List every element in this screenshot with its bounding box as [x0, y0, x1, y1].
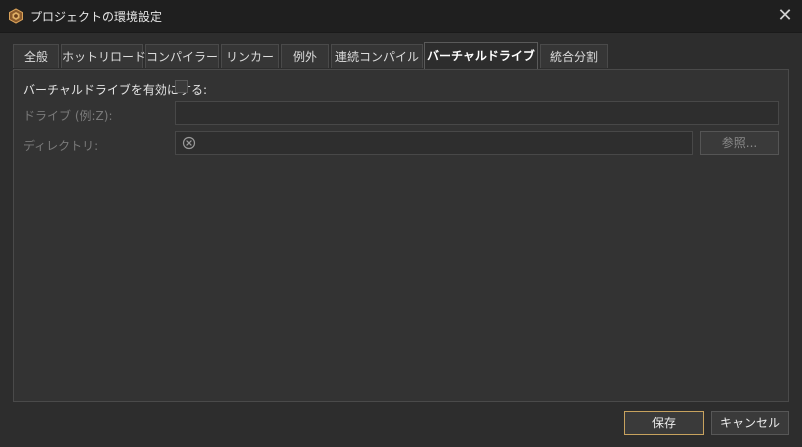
tab-linker[interactable]: リンカー — [221, 44, 279, 68]
tab-virtual-drive[interactable]: バーチャルドライブ — [424, 42, 538, 69]
directory-label: ディレクトリ: — [23, 139, 99, 153]
drive-label: ドライブ (例:Z): — [23, 109, 113, 123]
app-logo-icon — [9, 8, 23, 24]
browse-button[interactable]: 参照... — [700, 131, 779, 155]
tab-unity-split[interactable]: 統合分割 — [540, 44, 608, 68]
tab-continuous-compile[interactable]: 連続コンパイル — [331, 44, 423, 68]
tab-bar: 全般 ホットリロード コンパイラー リンカー 例外 連続コンパイル バーチャルド… — [13, 42, 793, 70]
cancel-button[interactable]: キャンセル — [711, 411, 789, 435]
tab-exceptions[interactable]: 例外 — [281, 44, 329, 68]
close-button[interactable]: ✕ — [774, 5, 796, 27]
title-bar: プロジェクトの環境設定 ✕ — [0, 0, 802, 33]
drive-input[interactable] — [175, 101, 779, 125]
tab-general[interactable]: 全般 — [13, 44, 59, 68]
save-button[interactable]: 保存 — [624, 411, 704, 435]
enable-virtual-drive-checkbox[interactable] — [175, 80, 188, 93]
directory-input[interactable] — [175, 131, 693, 155]
clear-icon[interactable] — [182, 136, 196, 150]
virtual-drive-panel: バーチャルドライブを有効にする: ドライブ (例:Z): ディレクトリ: 参照.… — [13, 69, 789, 402]
tab-hot-reload[interactable]: ホットリロード — [61, 44, 146, 68]
close-icon: ✕ — [777, 5, 793, 26]
tab-compiler[interactable]: コンパイラー — [145, 44, 219, 68]
window-title: プロジェクトの環境設定 — [30, 10, 163, 24]
